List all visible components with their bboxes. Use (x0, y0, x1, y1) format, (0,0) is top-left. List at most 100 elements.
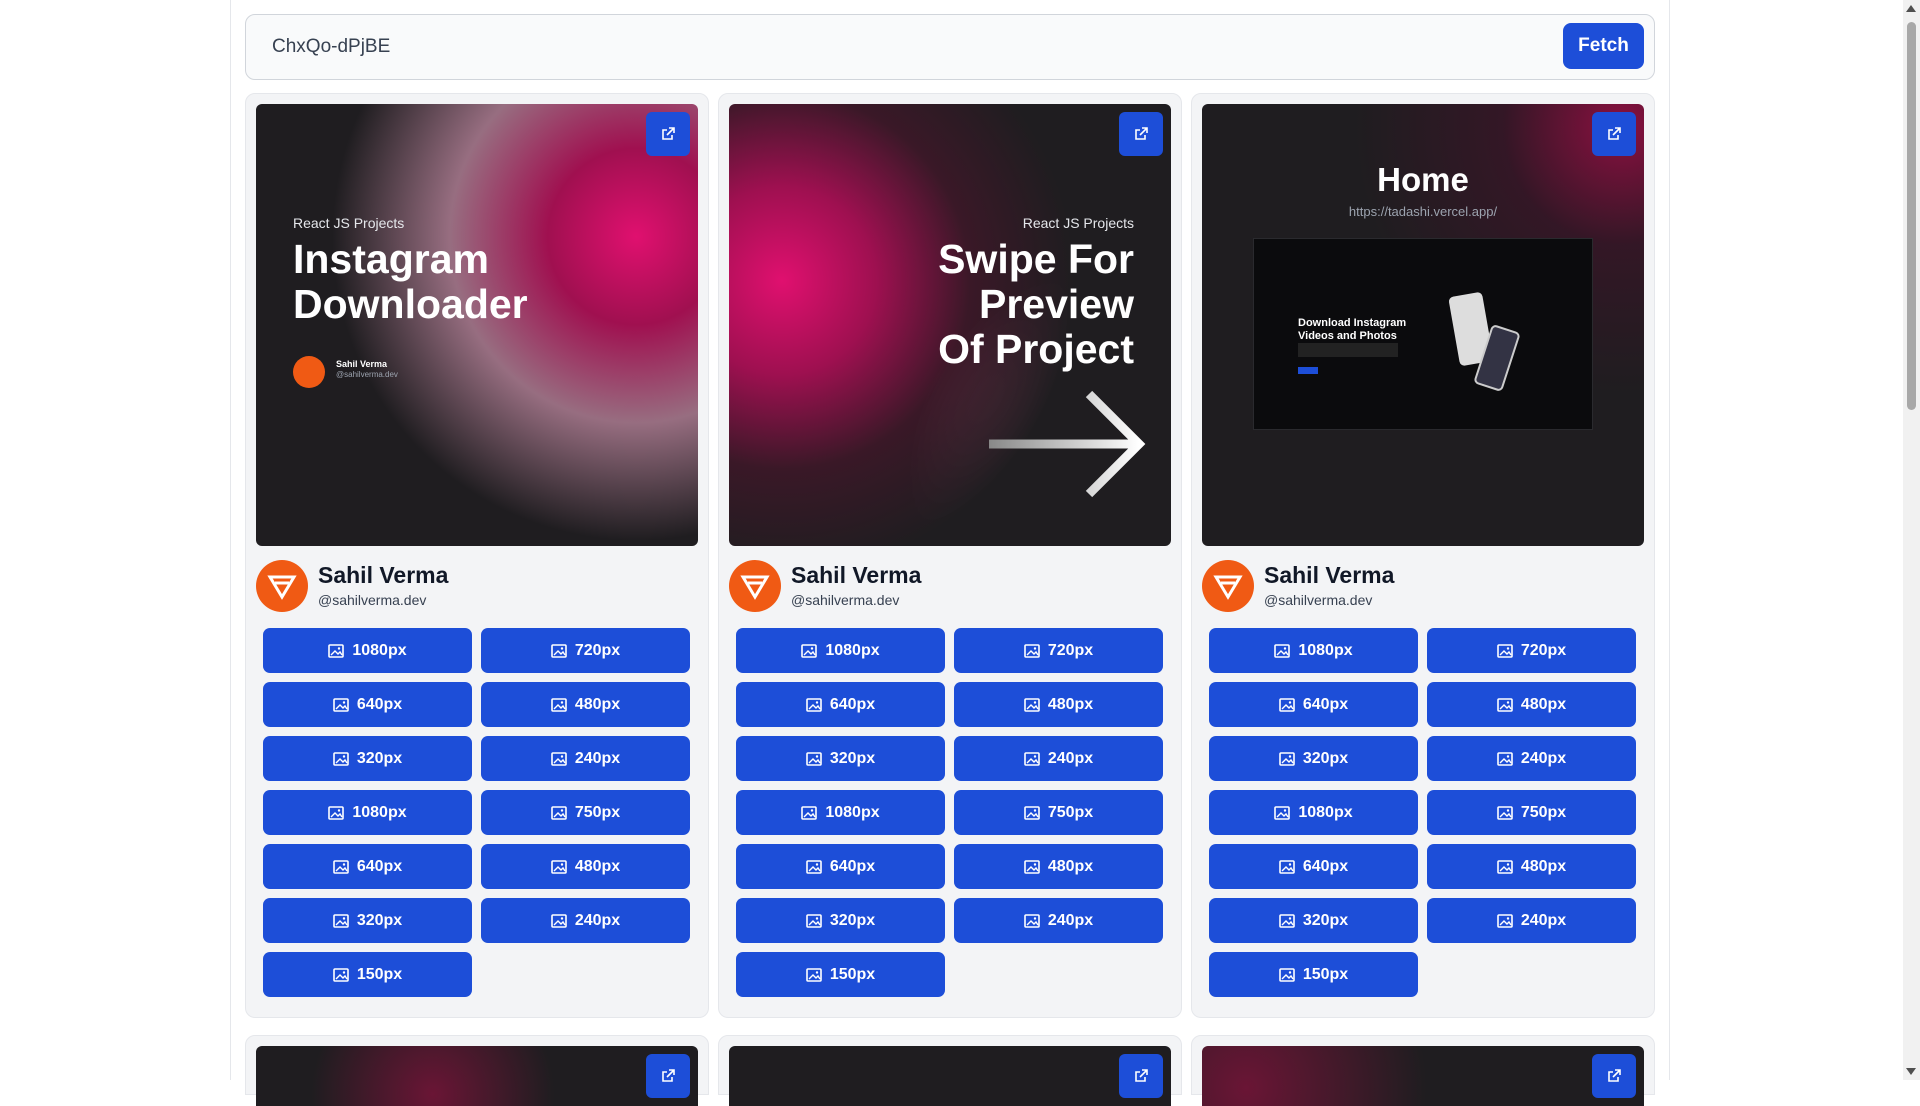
download-button[interactable]: 1080px (263, 790, 472, 835)
fetch-button[interactable]: Fetch (1563, 23, 1644, 69)
download-button[interactable]: 1080px (736, 790, 945, 835)
post-image (1202, 1046, 1644, 1106)
image-icon (1024, 751, 1040, 766)
image-icon (333, 859, 349, 874)
download-button-label: 640px (1302, 695, 1349, 713)
logo-icon (740, 575, 770, 600)
slide-kicker: React JS Projects (1022, 215, 1134, 231)
download-button[interactable]: 150px (736, 952, 945, 997)
download-button-label: 750px (574, 803, 621, 821)
download-button[interactable]: 640px (736, 844, 945, 889)
download-button-label: 320px (829, 911, 876, 929)
download-button[interactable]: 240px (1427, 898, 1636, 943)
download-button[interactable]: 750px (954, 790, 1163, 835)
download-button[interactable]: 240px (954, 736, 1163, 781)
slide-url: https://tadashi.vercel.app/ (1348, 204, 1498, 219)
scroll-thumb[interactable] (1907, 22, 1916, 410)
download-button[interactable]: 1080px (736, 628, 945, 673)
image-icon (1279, 913, 1295, 928)
download-button[interactable]: 150px (263, 952, 472, 997)
download-button[interactable]: 480px (954, 682, 1163, 727)
page-scrollbar[interactable] (1903, 0, 1920, 1080)
image-icon (1024, 643, 1040, 658)
download-button-label: 640px (1302, 857, 1349, 875)
avatar (1202, 560, 1254, 612)
image-icon (333, 967, 349, 982)
author-name: Sahil Verma (1264, 562, 1395, 588)
download-button[interactable]: 640px (1209, 682, 1418, 727)
download-button[interactable]: 480px (954, 844, 1163, 889)
image-icon (1497, 751, 1513, 766)
open-post-button[interactable] (1119, 1054, 1163, 1098)
download-button[interactable]: 1080px (1209, 628, 1418, 673)
image-icon (551, 751, 567, 766)
download-button[interactable]: 320px (1209, 736, 1418, 781)
image-icon (551, 697, 567, 712)
open-post-button[interactable] (646, 1054, 690, 1098)
download-button[interactable]: 240px (481, 736, 690, 781)
post-card (245, 1035, 709, 1106)
open-post-button[interactable] (1592, 1054, 1636, 1098)
slide-title: Swipe For Preview Of Project (938, 236, 1134, 373)
image-icon (1024, 805, 1040, 820)
download-button-label: 320px (356, 911, 403, 929)
download-button[interactable]: 320px (1209, 898, 1418, 943)
open-post-button[interactable] (1119, 112, 1163, 156)
download-button[interactable]: 720px (1427, 628, 1636, 673)
post-image: React JS Projects Swipe For Preview Of P… (729, 104, 1171, 546)
logo-icon (1213, 575, 1243, 600)
download-button[interactable]: 480px (481, 844, 690, 889)
download-button[interactable]: 480px (481, 682, 690, 727)
download-button[interactable]: 640px (1209, 844, 1418, 889)
search-bar: Fetch (245, 14, 1655, 80)
download-button[interactable]: 640px (263, 844, 472, 889)
download-button[interactable]: 480px (1427, 682, 1636, 727)
download-button-label: 720px (1520, 641, 1567, 659)
download-button[interactable]: 750px (481, 790, 690, 835)
open-post-button[interactable] (1592, 112, 1636, 156)
scroll-down-icon[interactable] (1906, 1068, 1916, 1075)
download-button[interactable]: 320px (736, 736, 945, 781)
download-button[interactable]: 640px (736, 682, 945, 727)
download-button-label: 640px (829, 857, 876, 875)
image-icon (551, 805, 567, 820)
download-button-label: 1080px (352, 803, 407, 821)
download-button[interactable]: 240px (481, 898, 690, 943)
image-icon (333, 697, 349, 712)
download-button-label: 240px (1047, 749, 1094, 767)
image-icon (801, 805, 818, 820)
scroll-up-icon[interactable] (1906, 5, 1916, 12)
download-button-label: 1080px (1298, 641, 1353, 659)
download-button[interactable]: 1080px (1209, 790, 1418, 835)
download-button-label: 640px (356, 857, 403, 875)
download-button[interactable]: 320px (736, 898, 945, 943)
author-handle: @sahilverma.dev (318, 592, 427, 608)
download-button[interactable]: 720px (481, 628, 690, 673)
open-post-button[interactable] (646, 112, 690, 156)
download-button[interactable]: 1080px (263, 628, 472, 673)
image-icon (1274, 643, 1291, 658)
external-link-icon (662, 127, 675, 140)
download-button[interactable]: 240px (954, 898, 1163, 943)
image-icon (801, 643, 818, 658)
image-icon (806, 697, 822, 712)
download-button-label: 320px (1302, 749, 1349, 767)
download-button[interactable]: 320px (263, 898, 472, 943)
download-button-label: 240px (574, 911, 621, 929)
download-button[interactable]: 480px (1427, 844, 1636, 889)
external-link-icon (1608, 1069, 1621, 1082)
download-button[interactable]: 240px (1427, 736, 1636, 781)
post-card: React JS Projects Swipe For Preview Of P… (718, 93, 1182, 1018)
download-button[interactable]: 640px (263, 682, 472, 727)
download-button-label: 480px (1047, 857, 1094, 875)
download-button[interactable]: 750px (1427, 790, 1636, 835)
search-input[interactable] (258, 25, 1558, 69)
download-button[interactable]: 150px (1209, 952, 1418, 997)
author-info: Sahil Verma @sahilverma.dev (256, 556, 696, 616)
image-icon (328, 805, 345, 820)
slide-title: Home (1377, 161, 1469, 198)
download-button[interactable]: 320px (263, 736, 472, 781)
download-button[interactable]: 720px (954, 628, 1163, 673)
author-info: Sahil Verma @sahilverma.dev (1202, 556, 1642, 616)
download-button-label: 320px (1302, 911, 1349, 929)
